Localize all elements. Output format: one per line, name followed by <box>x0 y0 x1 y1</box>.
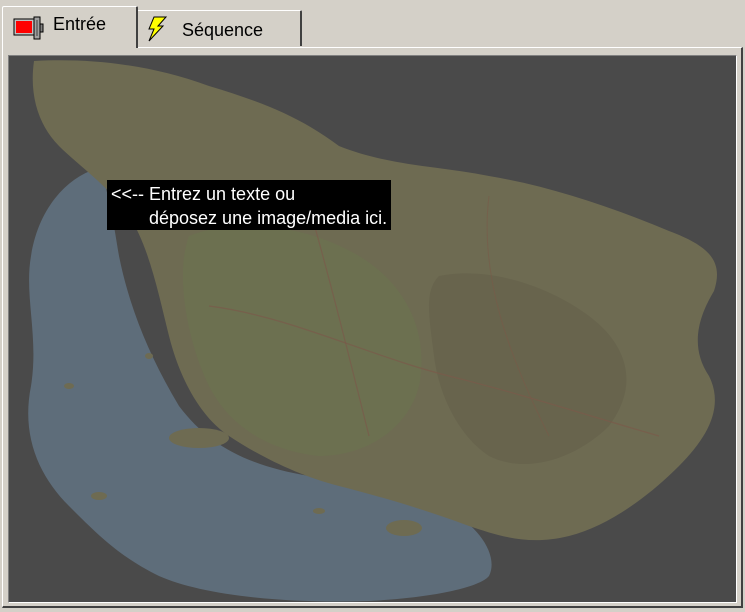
drop-hint: <<-- Entrez un texte ou déposez une imag… <box>107 180 392 230</box>
application-window: Entrée Séquence <<-- Entrez un texte ou … <box>0 0 745 612</box>
tab-entree-label: Entrée <box>53 14 107 34</box>
drop-hint-line2: déposez une image/media ici. <box>149 208 388 228</box>
input-device-icon <box>13 15 45 41</box>
drop-hint-line1: <<-- Entrez un texte ou <box>111 184 296 204</box>
map-image <box>28 60 717 602</box>
tab-strip: Entrée Séquence <box>0 0 745 48</box>
tab-entree[interactable]: Entrée <box>2 6 138 48</box>
tab-sequence[interactable]: Séquence <box>138 10 302 46</box>
lightning-icon <box>146 16 168 42</box>
tab-panel: <<-- Entrez un texte ou déposez une imag… <box>2 47 743 608</box>
tab-sequence-label: Séquence <box>182 20 264 40</box>
drop-area[interactable]: <<-- Entrez un texte ou déposez une imag… <box>8 55 737 603</box>
